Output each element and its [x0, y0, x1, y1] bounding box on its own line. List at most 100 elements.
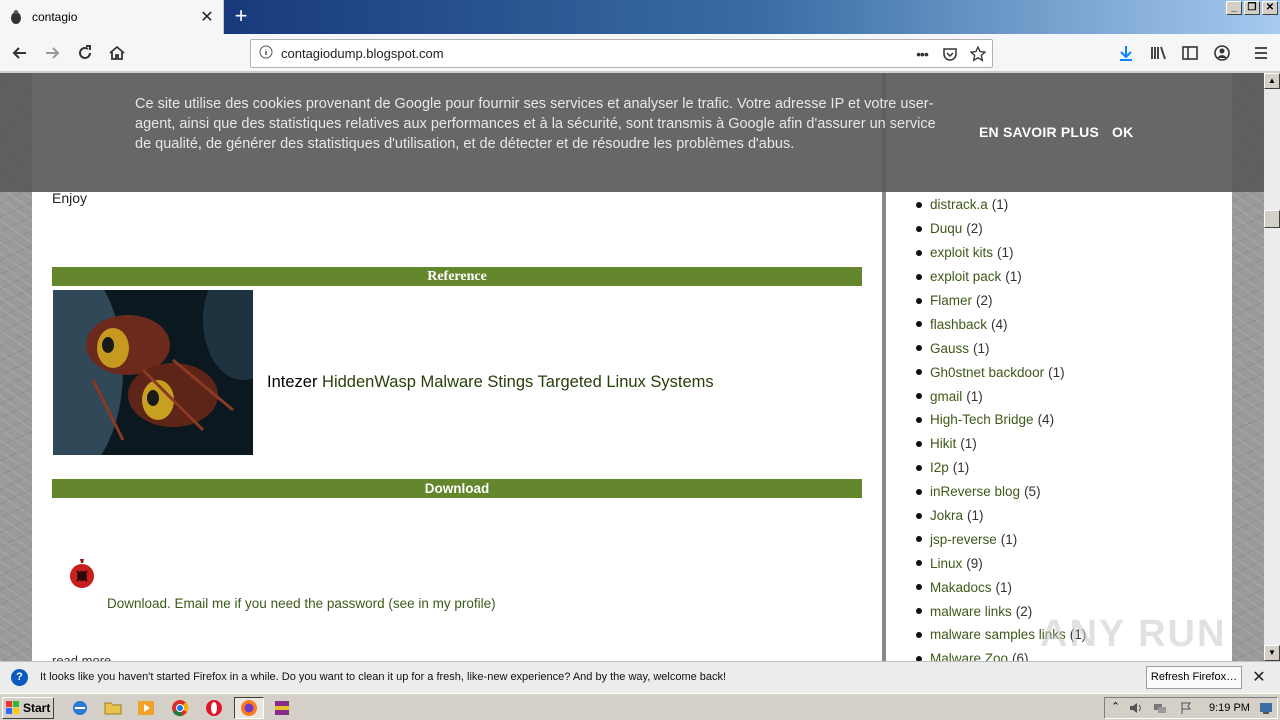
scroll-up-arrow-icon[interactable]: ▲: [1264, 73, 1280, 89]
label-link[interactable]: Jokra: [930, 508, 963, 523]
label-link[interactable]: distrack.a: [930, 197, 988, 212]
back-arrow-icon: [12, 47, 26, 59]
forward-button[interactable]: [38, 39, 66, 67]
reload-button[interactable]: [71, 39, 99, 67]
bookmark-star-icon[interactable]: [964, 41, 992, 67]
account-button[interactable]: [1208, 39, 1236, 67]
account-icon: [1214, 45, 1230, 61]
start-label: Start: [23, 701, 51, 715]
label-count: (2): [1015, 603, 1033, 619]
new-tab-button[interactable]: +: [228, 4, 254, 30]
label-list-item: distrack.a (1): [916, 193, 1086, 217]
opera-icon[interactable]: [204, 698, 224, 718]
download-header: Download: [52, 479, 862, 498]
internet-explorer-icon[interactable]: [70, 698, 90, 718]
label-link[interactable]: Linux: [930, 556, 962, 571]
notification-text: It looks like you haven't started Firefo…: [40, 671, 727, 683]
home-button[interactable]: [103, 39, 131, 67]
label-list-item: Hikit (1): [916, 432, 1086, 456]
label-list-item: Duqu (2): [916, 217, 1086, 241]
close-window-button[interactable]: ✕: [1262, 1, 1278, 15]
url-text[interactable]: contagiodump.blogspot.com: [281, 46, 908, 61]
label-list-item: Jokra (1): [916, 504, 1086, 528]
learn-more-button[interactable]: EN SAVOIR PLUS: [979, 124, 1099, 140]
winrar-icon[interactable]: [272, 698, 292, 718]
firefox-taskbar-icon[interactable]: [234, 697, 264, 719]
scroll-down-arrow-icon[interactable]: ▼: [1264, 645, 1280, 661]
label-list-item: inReverse blog (5): [916, 480, 1086, 504]
contagio-favicon-icon: [8, 9, 24, 25]
hornet-thumbnail-image[interactable]: [53, 290, 253, 455]
label-link[interactable]: High-Tech Bridge: [930, 412, 1034, 427]
biohazard-bag-icon[interactable]: [68, 557, 96, 589]
browser-tab[interactable]: contagio ✕: [0, 0, 224, 34]
label-count: (1): [960, 436, 977, 452]
label-count: (1): [997, 245, 1014, 261]
label-link[interactable]: exploit kits: [930, 245, 993, 260]
label-list-item: Linux (9): [916, 551, 1086, 575]
downloads-button[interactable]: [1112, 39, 1140, 67]
library-button[interactable]: [1144, 39, 1172, 67]
label-link[interactable]: gmail: [930, 389, 962, 404]
label-count: (6): [1012, 651, 1029, 661]
reference-header: Reference: [52, 267, 862, 286]
label-count: (5): [1024, 484, 1041, 500]
reload-icon: [79, 45, 91, 59]
label-link[interactable]: malware links: [930, 604, 1012, 619]
pocket-icon[interactable]: [936, 41, 964, 67]
label-link[interactable]: Duqu: [930, 221, 962, 236]
download-arrow-icon: [1120, 46, 1132, 61]
label-list-item: exploit pack (1): [916, 265, 1086, 289]
close-tab-icon[interactable]: ✕: [195, 5, 219, 29]
label-link[interactable]: inReverse blog: [930, 484, 1020, 499]
scroll-thumb[interactable]: [1264, 210, 1280, 228]
label-link[interactable]: Gh0stnet backdoor: [930, 365, 1044, 380]
label-list-item: High-Tech Bridge (4): [916, 408, 1086, 432]
label-list-item: Gauss (1): [916, 336, 1086, 360]
restore-button[interactable]: ❐: [1244, 1, 1260, 15]
minimize-button[interactable]: _: [1226, 1, 1242, 15]
sidebar-button[interactable]: [1176, 39, 1204, 67]
close-notification-icon[interactable]: ✕: [1250, 667, 1268, 687]
download-link[interactable]: Download. Email me if you need the passw…: [107, 596, 496, 611]
network-icon[interactable]: [1153, 701, 1167, 718]
chrome-icon[interactable]: [170, 698, 190, 718]
label-link[interactable]: jsp-reverse: [930, 532, 997, 547]
home-icon: [109, 45, 125, 60]
article-reference: Intezer HiddenWasp Malware Stings Target…: [267, 373, 714, 392]
label-list-item: gmail (1): [916, 384, 1086, 408]
label-count: (1): [966, 388, 983, 404]
question-icon: ?: [11, 669, 28, 686]
label-link[interactable]: Flamer: [930, 293, 972, 308]
label-list-item: Makadocs (1): [916, 575, 1086, 599]
label-link[interactable]: Gauss: [930, 341, 969, 356]
page-actions-icon[interactable]: •••: [908, 41, 936, 67]
web-page: Enjoy Reference Intezer HiddenWasp Malwa…: [0, 73, 1264, 661]
show-desktop-icon[interactable]: [1259, 701, 1273, 718]
volume-icon[interactable]: [1129, 701, 1143, 718]
cookie-ok-button[interactable]: OK: [1112, 124, 1133, 140]
label-link[interactable]: flashback: [930, 317, 987, 332]
label-link[interactable]: Malware Zoo: [930, 651, 1008, 661]
media-player-icon[interactable]: [136, 698, 156, 718]
url-bar[interactable]: contagiodump.blogspot.com •••: [250, 39, 993, 68]
info-icon[interactable]: [259, 45, 273, 62]
menu-button[interactable]: [1247, 39, 1275, 67]
cookie-notice-text: Ce site utilise des cookies provenant de…: [135, 96, 936, 152]
label-count: (9): [966, 555, 983, 571]
label-link[interactable]: Hikit: [930, 436, 956, 451]
refresh-firefox-button[interactable]: Refresh Firefox…: [1146, 666, 1242, 689]
read-more-link[interactable]: read more: [52, 653, 111, 661]
tray-expand-icon[interactable]: ⌃: [1111, 700, 1120, 713]
taskbar: Start ⌃ 9:19 PM: [0, 693, 1280, 720]
label-link[interactable]: exploit pack: [930, 269, 1001, 284]
back-button[interactable]: [6, 39, 34, 67]
hamburger-menu-icon: [1255, 47, 1267, 59]
article-link[interactable]: HiddenWasp Malware Stings Targeted Linux…: [322, 373, 714, 391]
explorer-folder-icon[interactable]: [103, 698, 123, 718]
action-center-flag-icon[interactable]: [1179, 701, 1193, 718]
label-link[interactable]: I2p: [930, 460, 949, 475]
vertical-scrollbar[interactable]: ▲ ▼: [1264, 73, 1280, 661]
label-link[interactable]: Makadocs: [930, 580, 992, 595]
start-button[interactable]: Start: [2, 697, 54, 719]
